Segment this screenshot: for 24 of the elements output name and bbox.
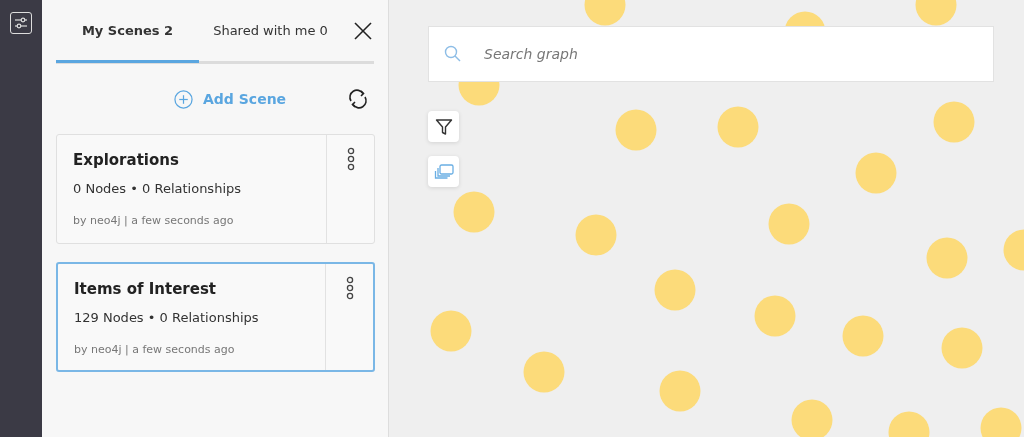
plus-circle-icon bbox=[174, 89, 193, 109]
filter-icon bbox=[434, 117, 453, 136]
scene-title: Items of Interest bbox=[74, 280, 218, 298]
refresh-button[interactable] bbox=[347, 88, 369, 110]
search-field[interactable]: Search graph bbox=[428, 26, 994, 82]
scene-tab[interactable]: Shared with me 0 bbox=[199, 1, 342, 63]
close-icon bbox=[354, 21, 372, 40]
search-icon bbox=[444, 45, 461, 62]
filter-button[interactable] bbox=[428, 111, 459, 142]
scene-tab[interactable]: My Scenes 2 bbox=[56, 1, 199, 63]
close-button[interactable] bbox=[352, 19, 374, 42]
scene-meta: by neo4j | a few seconds ago bbox=[74, 343, 236, 356]
more-icon bbox=[346, 147, 355, 171]
scene-title: Explorations bbox=[73, 151, 180, 169]
stacked-cards-icon bbox=[433, 163, 454, 180]
scene-meta: by neo4j | a few seconds ago bbox=[73, 214, 235, 227]
scene-card[interactable]: Explorations 0 Nodes • 0 Relationships by neo4j | a few seconds ago bbox=[56, 134, 375, 244]
refresh-icon bbox=[347, 88, 369, 110]
scene-card[interactable]: Items of Interest 129 Nodes • 0 Relationships by neo4j | a few seconds ago bbox=[56, 262, 375, 372]
settings-button[interactable] bbox=[10, 12, 32, 34]
scene-stats: 0 Nodes • 0 Relationships bbox=[73, 181, 243, 196]
sliders-icon bbox=[14, 16, 28, 30]
scene-stats: 129 Nodes • 0 Relationships bbox=[74, 310, 260, 325]
more-icon bbox=[345, 276, 354, 300]
